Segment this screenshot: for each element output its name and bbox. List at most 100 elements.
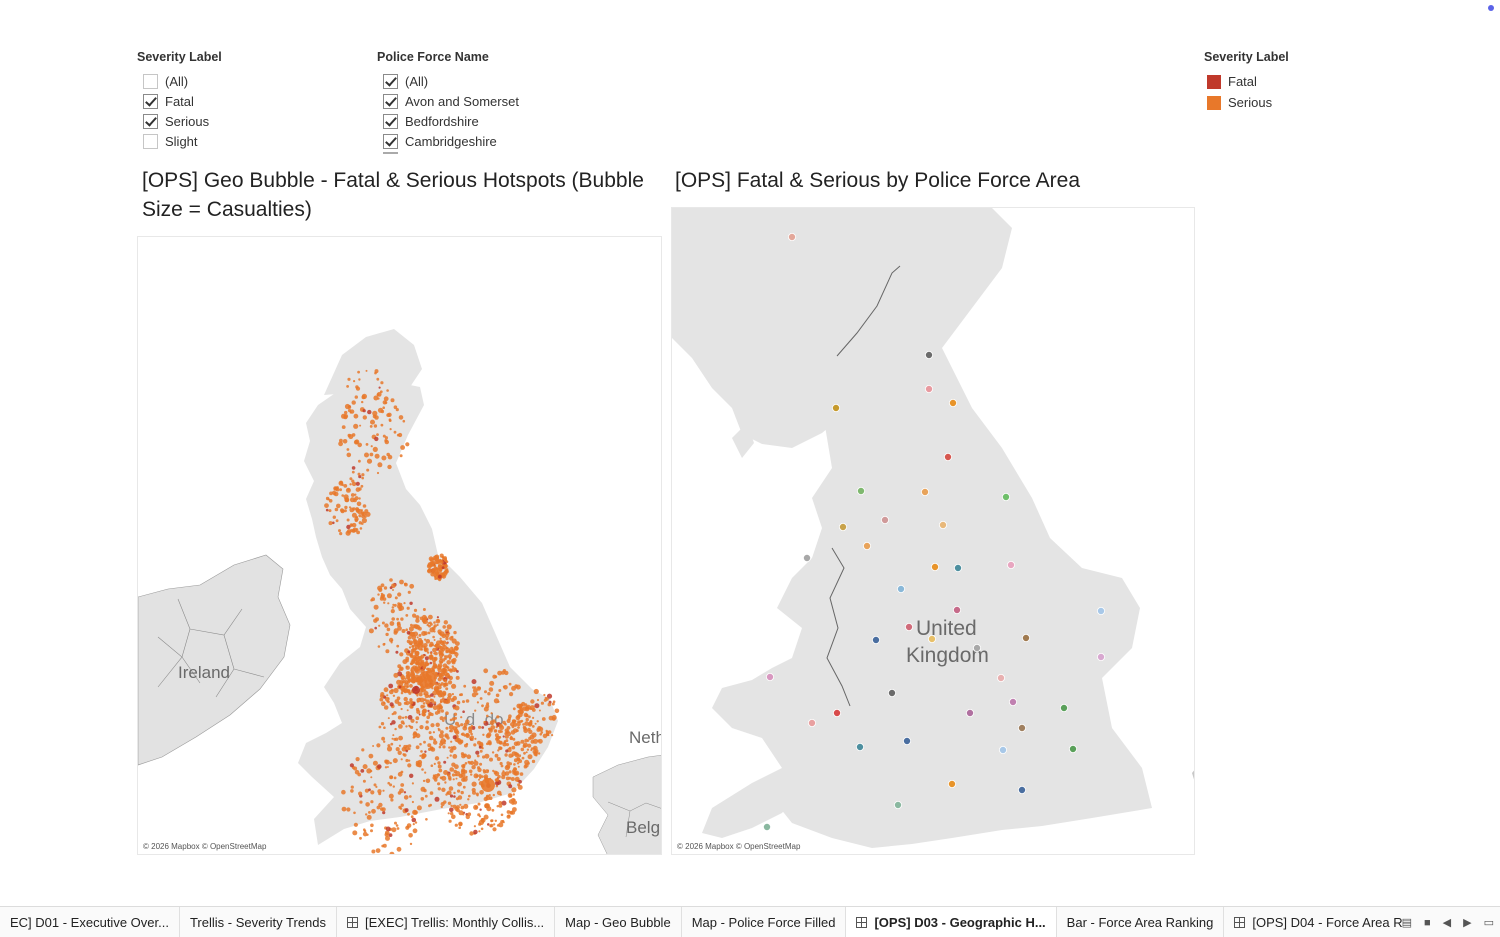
casualty-bubble[interactable] [377,593,380,596]
casualty-bubble[interactable] [415,707,420,712]
casualty-bubble[interactable] [394,821,397,825]
casualty-bubble[interactable] [446,736,450,740]
checkbox[interactable] [383,73,398,89]
casualty-bubble[interactable] [383,705,389,710]
casualty-bubble[interactable] [425,818,428,821]
casualty-bubble[interactable] [409,662,412,665]
casualty-bubble[interactable] [406,825,410,829]
casualty-bubble[interactable] [386,766,389,768]
casualty-bubble[interactable] [383,396,389,402]
casualty-bubble[interactable] [451,773,456,777]
casualty-bubble[interactable] [442,745,446,749]
presentation-icon[interactable]: ▭ [1484,916,1494,929]
casualty-bubble[interactable] [384,766,388,769]
casualty-bubble[interactable] [390,688,394,692]
casualty-bubble[interactable] [387,744,391,748]
casualty-bubble[interactable] [353,380,356,383]
casualty-bubble[interactable] [399,579,404,585]
next-tab-icon[interactable]: ▶ [1463,916,1471,929]
casualty-bubble[interactable] [353,822,358,827]
casualty-bubble[interactable] [520,747,525,752]
casualty-bubble[interactable] [440,801,445,807]
casualty-bubble[interactable] [424,771,427,774]
casualty-bubble[interactable] [429,661,433,665]
casualty-bubble[interactable] [430,623,433,626]
casualty-bubble[interactable] [392,758,398,764]
casualty-bubble[interactable] [366,833,369,836]
casualty-bubble[interactable] [508,799,514,804]
police-force-point[interactable] [927,634,936,643]
police-force-point[interactable] [943,452,952,461]
casualty-bubble[interactable] [463,684,467,688]
casualty-bubble[interactable] [344,497,350,503]
casualty-bubble[interactable] [375,617,379,622]
casualty-bubble[interactable] [422,779,426,783]
casualty-bubble[interactable] [389,851,395,855]
casualty-bubble[interactable] [482,769,486,772]
casualty-bubble[interactable] [419,754,422,757]
casualty-bubble[interactable] [495,693,500,698]
casualty-bubble[interactable] [505,749,509,753]
casualty-bubble[interactable] [498,803,503,808]
casualty-bubble[interactable] [427,743,432,748]
casualty-bubble[interactable] [470,773,473,776]
casualty-bubble[interactable] [368,811,371,814]
casualty-bubble[interactable] [471,692,477,698]
casualty-bubble[interactable] [543,693,546,697]
casualty-bubble[interactable] [522,706,528,711]
casualty-bubble[interactable] [358,497,361,500]
casualty-bubble[interactable] [498,741,502,745]
casualty-bubble[interactable] [338,529,341,533]
police-force-point[interactable] [893,801,902,810]
casualty-bubble[interactable] [409,842,413,846]
casualty-bubble[interactable] [528,729,533,734]
casualty-bubble[interactable] [437,692,443,698]
casualty-bubble[interactable] [496,824,500,827]
casualty-bubble[interactable] [463,722,468,727]
casualty-bubble[interactable] [441,776,444,779]
casualty-bubble[interactable] [393,430,397,434]
casualty-bubble[interactable] [445,711,449,715]
casualty-bubble[interactable] [371,614,375,618]
casualty-bubble[interactable] [423,740,426,744]
casualty-bubble[interactable] [408,700,414,705]
casualty-bubble[interactable] [415,716,420,721]
casualty-bubble[interactable] [349,483,352,486]
casualty-bubble[interactable] [374,371,377,375]
casualty-bubble[interactable] [511,685,517,691]
casualty-bubble[interactable] [399,454,403,458]
casualty-bubble[interactable] [402,722,405,725]
casualty-bubble[interactable] [505,743,510,747]
casualty-bubble[interactable] [358,521,362,525]
casualty-bubble[interactable] [418,626,422,631]
casualty-bubble[interactable] [408,795,412,798]
casualty-bubble[interactable] [438,674,444,679]
casualty-bubble[interactable] [415,721,418,724]
casualty-bubble[interactable] [445,646,449,650]
casualty-bubble[interactable] [440,730,444,734]
casualty-bubble[interactable] [391,737,394,740]
casualty-bubble[interactable] [346,452,352,458]
casualty-bubble[interactable] [508,746,512,750]
casualty-bubble[interactable] [429,557,434,563]
casualty-bubble[interactable] [360,484,364,488]
casualty-bubble[interactable] [439,700,443,704]
casualty-bubble[interactable] [455,721,459,726]
casualty-bubble[interactable] [429,698,433,702]
casualty-bubble[interactable] [465,775,468,779]
casualty-bubble[interactable] [441,670,445,674]
casualty-bubble[interactable] [385,649,390,654]
casualty-bubble[interactable] [536,720,539,723]
casualty-bubble[interactable] [411,645,414,648]
casualty-bubble[interactable] [407,812,410,816]
casualty-bubble[interactable] [504,753,508,757]
casualty-bubble[interactable] [504,670,509,676]
police-force-point[interactable] [1008,697,1017,706]
casualty-bubble[interactable] [513,763,516,766]
casualty-bubble[interactable] [454,764,459,770]
casualty-bubble[interactable] [388,637,394,643]
casualty-bubble[interactable] [443,570,448,575]
police-force-point[interactable] [904,622,913,631]
casualty-bubble[interactable] [452,735,457,740]
casualty-bubble[interactable] [377,397,380,400]
